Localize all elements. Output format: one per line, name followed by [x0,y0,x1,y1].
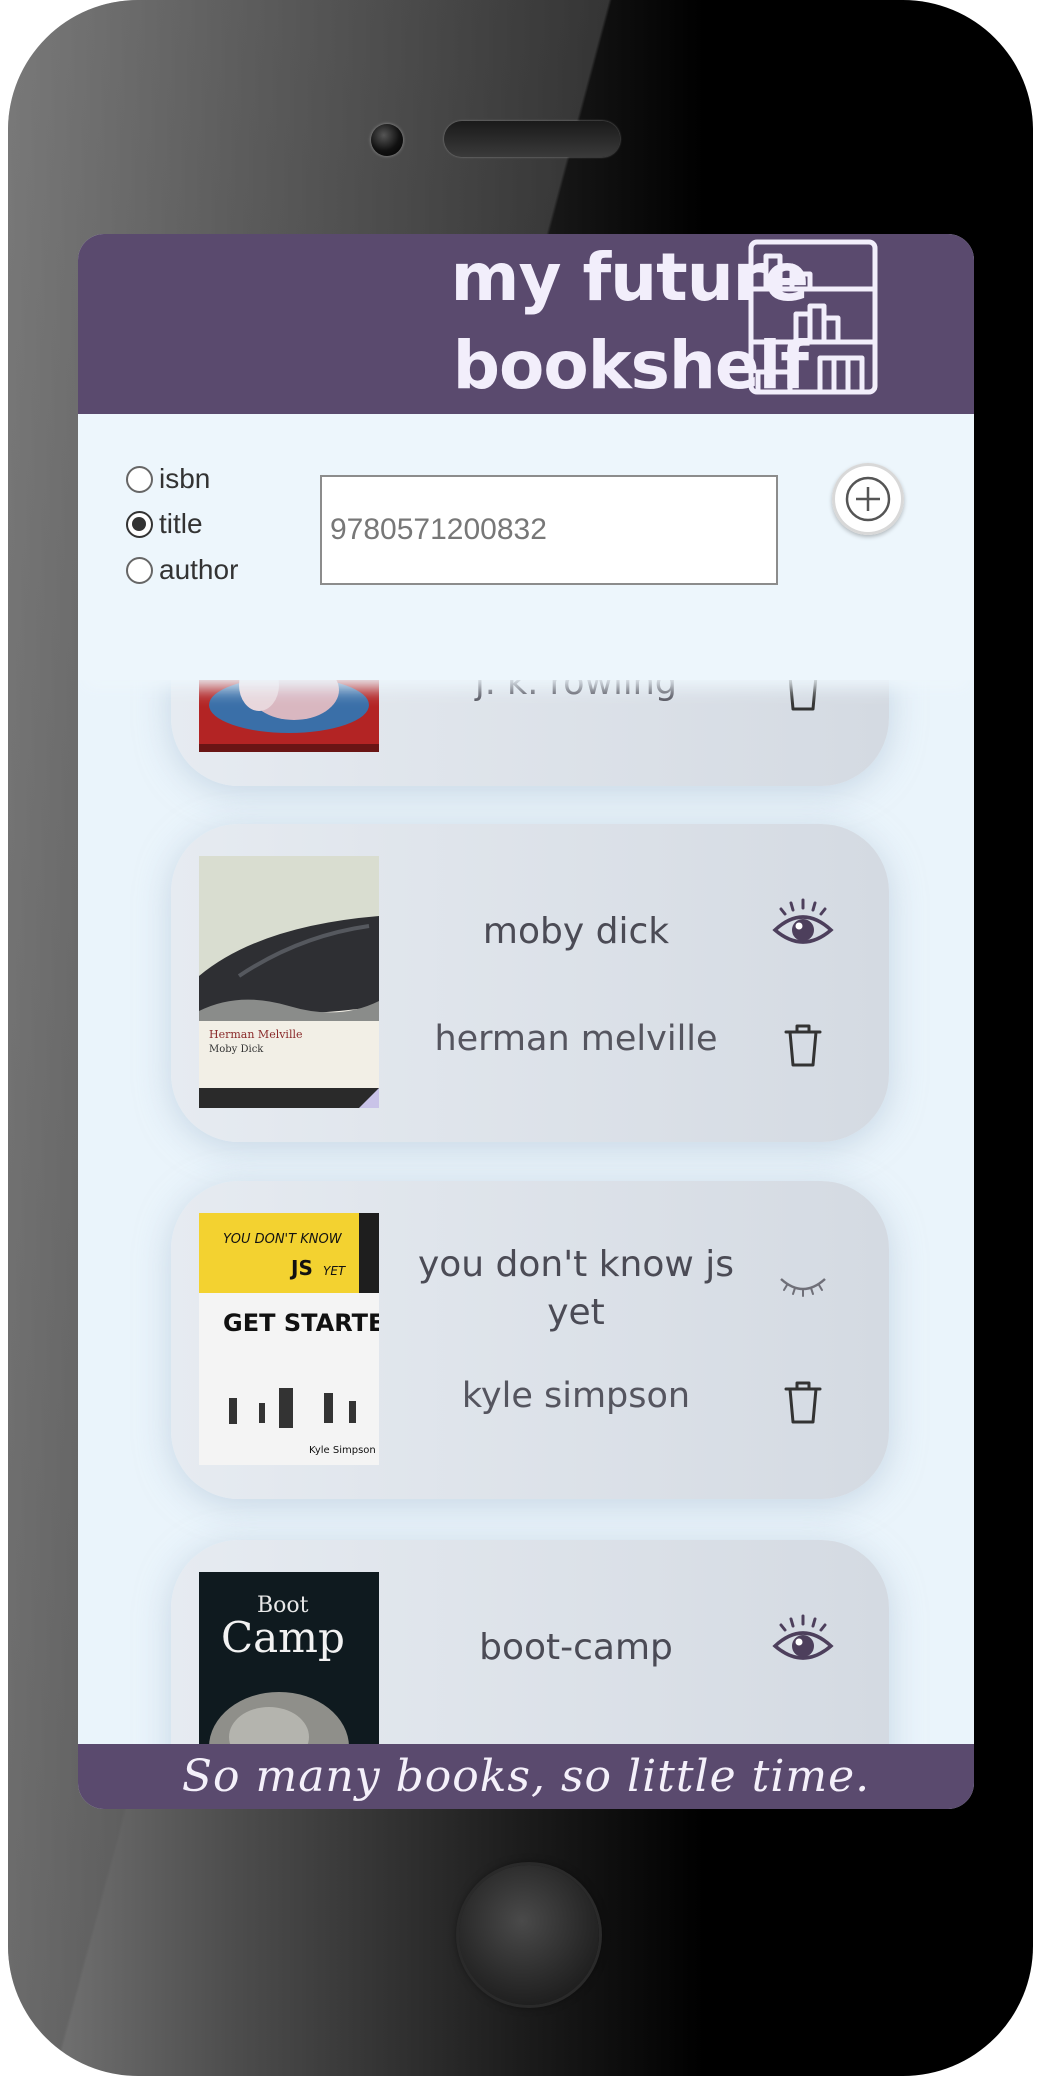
radio-label: title [159,508,203,539]
radio-button[interactable] [126,510,153,538]
radio-isbn[interactable]: isbn [126,459,210,499]
svg-text:Herman Melville: Herman Melville [209,1028,303,1041]
earpiece-speaker [444,121,620,157]
book-author: kyle simpson [461,1376,691,1416]
front-camera [371,124,403,156]
book-title: moby dick [482,911,670,952]
eye-open-icon[interactable] [771,1614,835,1674]
bookshelf-icon [748,239,878,395]
radio-button[interactable] [126,465,153,493]
radio-title[interactable]: title [126,504,203,544]
book-cover-image: YOU DON'T KNOW JS YET GET STARTED Kyle S… [199,1213,379,1465]
svg-text:Kyle Simpson: Kyle Simpson [309,1445,376,1456]
app-title: my future bookshelf [378,234,809,410]
home-button[interactable] [459,1865,599,2005]
app-header: my future bookshelf [78,234,974,414]
add-book-button[interactable] [832,463,904,535]
trash-icon[interactable] [783,1378,823,1426]
eye-closed-icon[interactable] [771,1255,835,1315]
search-input[interactable]: 9780571200832 [320,475,778,585]
svg-text:Camp: Camp [221,1613,345,1662]
book-title: you don't know js yet [417,1244,735,1333]
eye-open-icon[interactable] [771,898,835,958]
app-footer: So many books, so little time. [78,1744,974,1809]
book-author: herman melville [434,1019,718,1059]
book-cover-image: Herman Melville Moby Dick [199,856,379,1108]
app-title-line: my future [450,239,809,316]
radio-label: author [159,554,239,585]
svg-text:YOU DON'T KNOW: YOU DON'T KNOW [223,1232,343,1247]
radio-author[interactable]: author [126,550,238,590]
book-card: Herman Melville Moby Dick moby dick herm… [171,824,889,1142]
svg-text:JS: JS [289,1256,313,1280]
footer-quote: So many books, so little time. [181,1751,871,1802]
trash-icon[interactable] [783,1021,823,1069]
app-title-line: bookshelf [452,327,809,404]
radio-button[interactable] [126,556,153,584]
book-title: boot-camp [479,1627,673,1668]
book-card: YOU DON'T KNOW JS YET GET STARTED Kyle S… [171,1181,889,1499]
svg-text:Moby Dick: Moby Dick [209,1044,264,1055]
app-screen: j. k. rowling Herman Melville Moby Dick … [78,234,974,1809]
radio-label: isbn [159,463,211,494]
svg-text:YET: YET [323,1264,347,1278]
svg-text:GET STARTED: GET STARTED [223,1309,379,1337]
plus-circle-icon [845,476,891,522]
phone-frame: j. k. rowling Herman Melville Moby Dick … [8,0,1033,2076]
